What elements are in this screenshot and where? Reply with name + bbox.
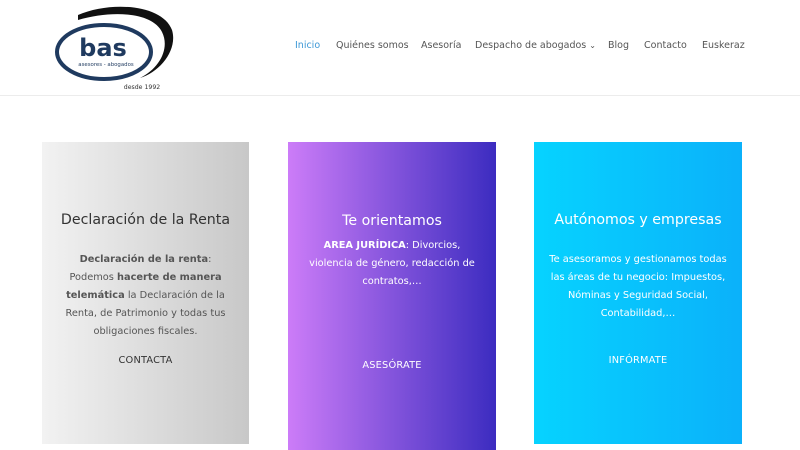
informate-link[interactable]: INFÓRMATE bbox=[534, 355, 742, 366]
site-header: bas asesores - abogados desde 1992 Inici… bbox=[0, 0, 800, 96]
nav-item-asesoria[interactable]: Asesoría bbox=[421, 40, 461, 51]
nav-item-quienes-somos[interactable]: Quiénes somos bbox=[336, 40, 409, 51]
nav-item-euskeraz[interactable]: Euskeraz bbox=[702, 40, 745, 51]
card-renta: Declaración de la Renta Declaración de l… bbox=[42, 142, 249, 444]
card-title: Declaración de la Renta bbox=[60, 212, 231, 228]
card-body-emphasis: AREA JURÍDICA bbox=[323, 240, 406, 251]
logo-tagline: asesores - abogados bbox=[78, 62, 134, 68]
nav-item-inicio[interactable]: Inicio bbox=[295, 40, 320, 51]
card-body-text: Te asesoramos y gestionamos todas las ár… bbox=[549, 254, 727, 319]
card-title: Autónomos y empresas bbox=[554, 212, 722, 228]
nav-item-blog[interactable]: Blog bbox=[608, 40, 629, 51]
card-title: Te orientamos bbox=[342, 213, 442, 229]
chevron-down-icon: ⌄ bbox=[589, 41, 596, 50]
card-autonomos: Autónomos y empresas Te asesoramos y ges… bbox=[534, 142, 742, 444]
main-nav: Inicio Quiénes somos Asesoría Despacho d… bbox=[295, 40, 800, 54]
site-logo[interactable]: bas asesores - abogados desde 1992 bbox=[52, 6, 178, 94]
asesorate-link[interactable]: ASESÓRATE bbox=[288, 360, 496, 371]
card-body: Declaración de la renta: Podemos hacerte… bbox=[56, 251, 235, 341]
card-body-emphasis: Declaración de la renta bbox=[79, 254, 209, 265]
nav-item-despacho[interactable]: Despacho de abogados ⌄ bbox=[475, 40, 596, 51]
contacta-link[interactable]: CONTACTA bbox=[42, 355, 249, 366]
nav-item-despacho-label: Despacho de abogados bbox=[475, 40, 587, 51]
logo-since: desde 1992 bbox=[124, 84, 160, 91]
card-body: Te asesoramos y gestionamos todas las ár… bbox=[548, 251, 728, 323]
nav-item-contacto[interactable]: Contacto bbox=[644, 40, 687, 51]
logo-wordmark: bas bbox=[79, 34, 127, 62]
card-body: AREA JURÍDICA: Divorcios, violencia de g… bbox=[306, 237, 478, 291]
card-orientamos: Te orientamos AREA JURÍDICA: Divorcios, … bbox=[288, 142, 496, 450]
